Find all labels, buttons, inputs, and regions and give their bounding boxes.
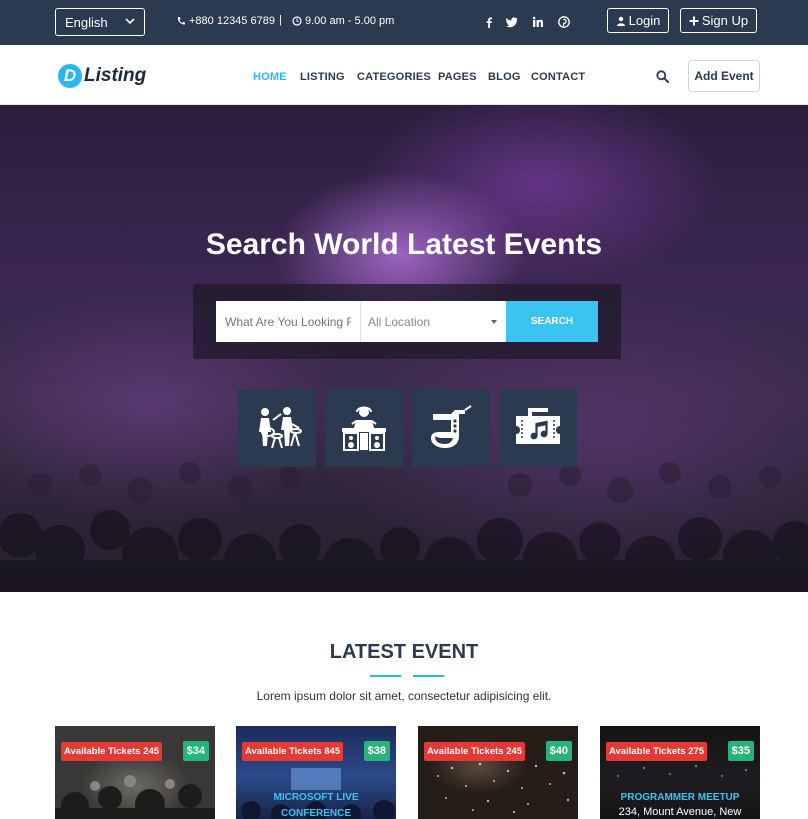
ticket-icon [516, 408, 560, 444]
hero-title: Search World Latest Events [205, 228, 603, 261]
event-address: 234, Mount Avenue, New [618, 806, 742, 818]
login-label: Login [628, 13, 661, 28]
hours-contact: 9.00 am - 5.00 pm [292, 15, 394, 27]
location-value: All Location [368, 315, 431, 329]
phone-icon [177, 17, 185, 25]
crowd-background [0, 462, 808, 592]
top-bar: English +880 12345 6789 | 9.00 am - 5.00… [0, 0, 808, 45]
event-card[interactable]: Available Tickets 245 $34 [55, 726, 215, 819]
user-icon [616, 16, 625, 26]
underline-gap [401, 674, 413, 678]
main-navbar: D Listing HOME LISTING CATEGORIES PAGES … [0, 45, 808, 105]
facebook-icon[interactable] [483, 16, 495, 28]
plus-icon [689, 16, 699, 25]
twitter-icon[interactable] [506, 16, 518, 28]
location-select[interactable]: All Location [361, 301, 506, 342]
price-badge: $35 [727, 741, 754, 761]
nav-blog[interactable]: BLOG [488, 71, 521, 83]
band-icon [259, 407, 302, 449]
event-card[interactable]: Available Tickets 275 $35 PROGRAMMER MEE… [600, 726, 760, 819]
search-input[interactable] [216, 301, 361, 342]
latest-event-subtitle: Lorem ipsum dolor sit amet, consectetur … [256, 689, 552, 703]
add-event-button[interactable]: Add Event [688, 60, 760, 92]
nav-home[interactable]: HOME [253, 71, 287, 83]
tickets-badge: Available Tickets 275 [606, 742, 708, 761]
category-dj[interactable] [325, 389, 403, 467]
event-title-line2: CONFERENCE [280, 808, 351, 819]
login-button[interactable]: Login [607, 8, 669, 33]
event-image [55, 775, 215, 819]
caret-down-icon [491, 320, 497, 324]
event-image [241, 768, 395, 819]
signup-button[interactable]: Sign Up [680, 8, 757, 33]
event-card[interactable]: Available Tickets 245 $40 [418, 726, 578, 819]
clock-icon [292, 16, 302, 26]
phone-number: +880 12345 6789 [189, 15, 275, 27]
price-badge: $38 [363, 741, 390, 761]
search-panel: All Location SEARCH [193, 284, 621, 359]
phone-contact: +880 12345 6789 [176, 15, 275, 27]
search-icon[interactable] [656, 70, 669, 83]
latest-event-title: LATEST EVENT [329, 641, 479, 663]
signup-label: Sign Up [701, 13, 749, 28]
event-title: PROGRAMMER MEETUP [620, 792, 740, 803]
office-hours: 9.00 am - 5.00 pm [305, 15, 395, 27]
language-value: English [65, 15, 108, 30]
search-button[interactable]: SEARCH [506, 301, 598, 342]
nav-categories[interactable]: CATEGORIES [357, 71, 431, 83]
logo-text: Listing [84, 65, 147, 86]
linkedin-icon[interactable] [532, 16, 544, 28]
category-concert[interactable] [499, 389, 577, 467]
category-band[interactable] [238, 389, 316, 467]
chevron-down-icon [125, 18, 135, 25]
nav-pages[interactable]: PAGES [438, 71, 477, 83]
price-badge: $34 [182, 741, 209, 761]
saxophone-icon [431, 405, 472, 448]
event-title: MICROSOFT LIVE [273, 792, 359, 803]
dj-icon [342, 406, 386, 451]
price-badge: $40 [545, 741, 572, 761]
category-saxophone[interactable] [412, 389, 490, 467]
logo-badge: D [58, 64, 82, 88]
event-card[interactable]: Available Tickets 845 $38 MICROSOFT LIVE… [236, 726, 396, 819]
title-underline [370, 674, 444, 678]
tickets-badge: Available Tickets 845 [242, 742, 344, 761]
event-image [437, 762, 570, 814]
hero-banner: Search World Latest Events All Location … [0, 105, 808, 592]
tickets-badge: Available Tickets 245 [424, 742, 526, 761]
contact-divider: | [279, 14, 282, 26]
tickets-badge: Available Tickets 245 [61, 742, 163, 761]
language-select[interactable]: English [55, 8, 145, 36]
pinterest-icon[interactable] [558, 16, 570, 28]
nav-listing[interactable]: LISTING [300, 71, 345, 83]
logo[interactable]: D Listing [58, 64, 146, 88]
nav-contact[interactable]: CONTACT [531, 71, 585, 83]
